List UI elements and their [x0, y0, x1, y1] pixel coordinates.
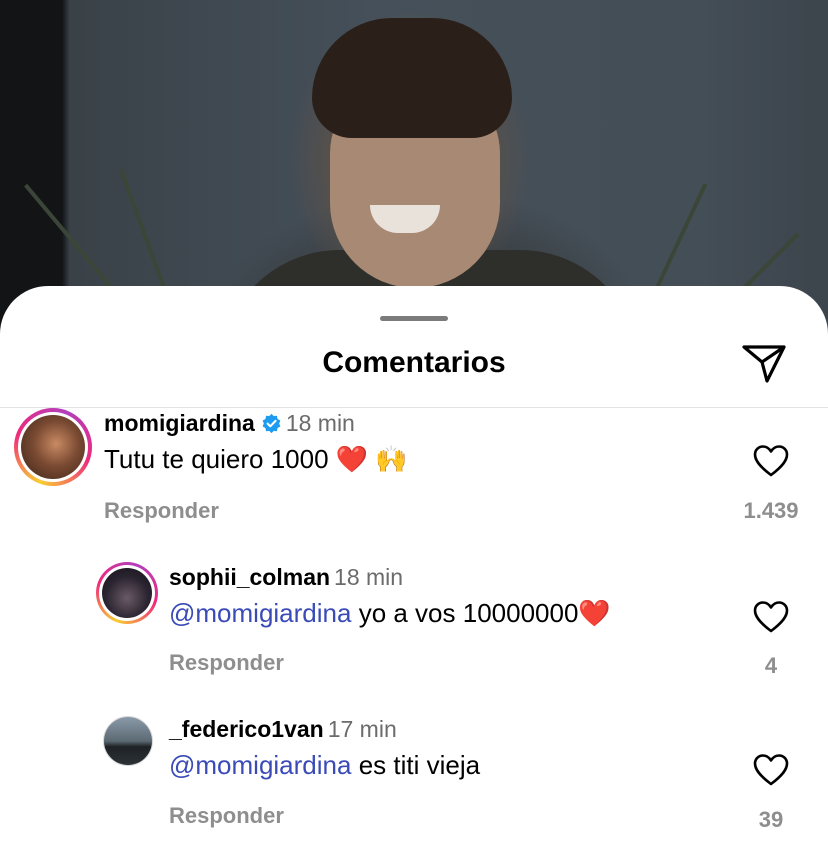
sheet-title: Comentarios: [322, 346, 506, 379]
comment-time: 17 min: [327, 716, 397, 742]
avatar-image: [21, 415, 85, 479]
comments-sheet: Comentarios momigiardina 18 min Tutu te q…: [0, 286, 828, 867]
comment-header: sophii_colman 18 min: [169, 564, 403, 591]
comment-item: momigiardina 18 min Tutu te quiero 1000 ❤…: [0, 408, 828, 543]
send-icon: [742, 345, 786, 383]
comment-header: momigiardina 18 min: [104, 410, 355, 437]
avatar[interactable]: [103, 716, 153, 766]
send-button[interactable]: [738, 341, 790, 387]
avatar-image: [102, 568, 152, 618]
comment-text: @momigiardina es titi vieja: [169, 750, 480, 781]
comment-time: 18 min: [285, 410, 355, 436]
comment-body: yo a vos 10000000❤️: [351, 598, 611, 628]
reply-button[interactable]: Responder: [169, 650, 284, 676]
person-hair: [312, 18, 512, 138]
avatar[interactable]: [14, 408, 92, 486]
reply-button[interactable]: Responder: [104, 498, 219, 524]
avatar-image: [104, 717, 152, 765]
comment-username[interactable]: sophii_colman: [169, 564, 330, 590]
like-count: 4: [764, 653, 778, 678]
comment-body: es titi vieja: [351, 750, 481, 780]
comment-mention[interactable]: @momigiardina: [169, 750, 351, 780]
comment-text: Tutu te quiero 1000 ❤️ 🙌: [104, 444, 408, 474]
sheet-grabber[interactable]: [380, 316, 448, 321]
heart-icon[interactable]: [753, 600, 789, 634]
like-count: 1.439: [743, 498, 799, 523]
heart-icon[interactable]: [753, 753, 789, 787]
comment-item: _federico1van 17 min @momigiardina es tit…: [0, 716, 828, 851]
comment-username[interactable]: momigiardina: [104, 410, 255, 436]
comment-text: @momigiardina yo a vos 10000000❤️: [169, 598, 611, 629]
palm-leaf: [24, 183, 124, 302]
heart-icon[interactable]: [753, 444, 789, 478]
verified-badge-icon: [262, 413, 281, 434]
comment-header: _federico1van 17 min: [169, 716, 397, 743]
like-count: 39: [758, 807, 784, 832]
reply-button[interactable]: Responder: [169, 803, 284, 829]
comment-username[interactable]: _federico1van: [169, 716, 324, 742]
comment-item: sophii_colman 18 min @momigiardina yo a v…: [0, 562, 828, 697]
avatar[interactable]: [96, 562, 158, 624]
comment-mention[interactable]: @momigiardina: [169, 598, 351, 628]
comment-time: 18 min: [334, 564, 404, 590]
